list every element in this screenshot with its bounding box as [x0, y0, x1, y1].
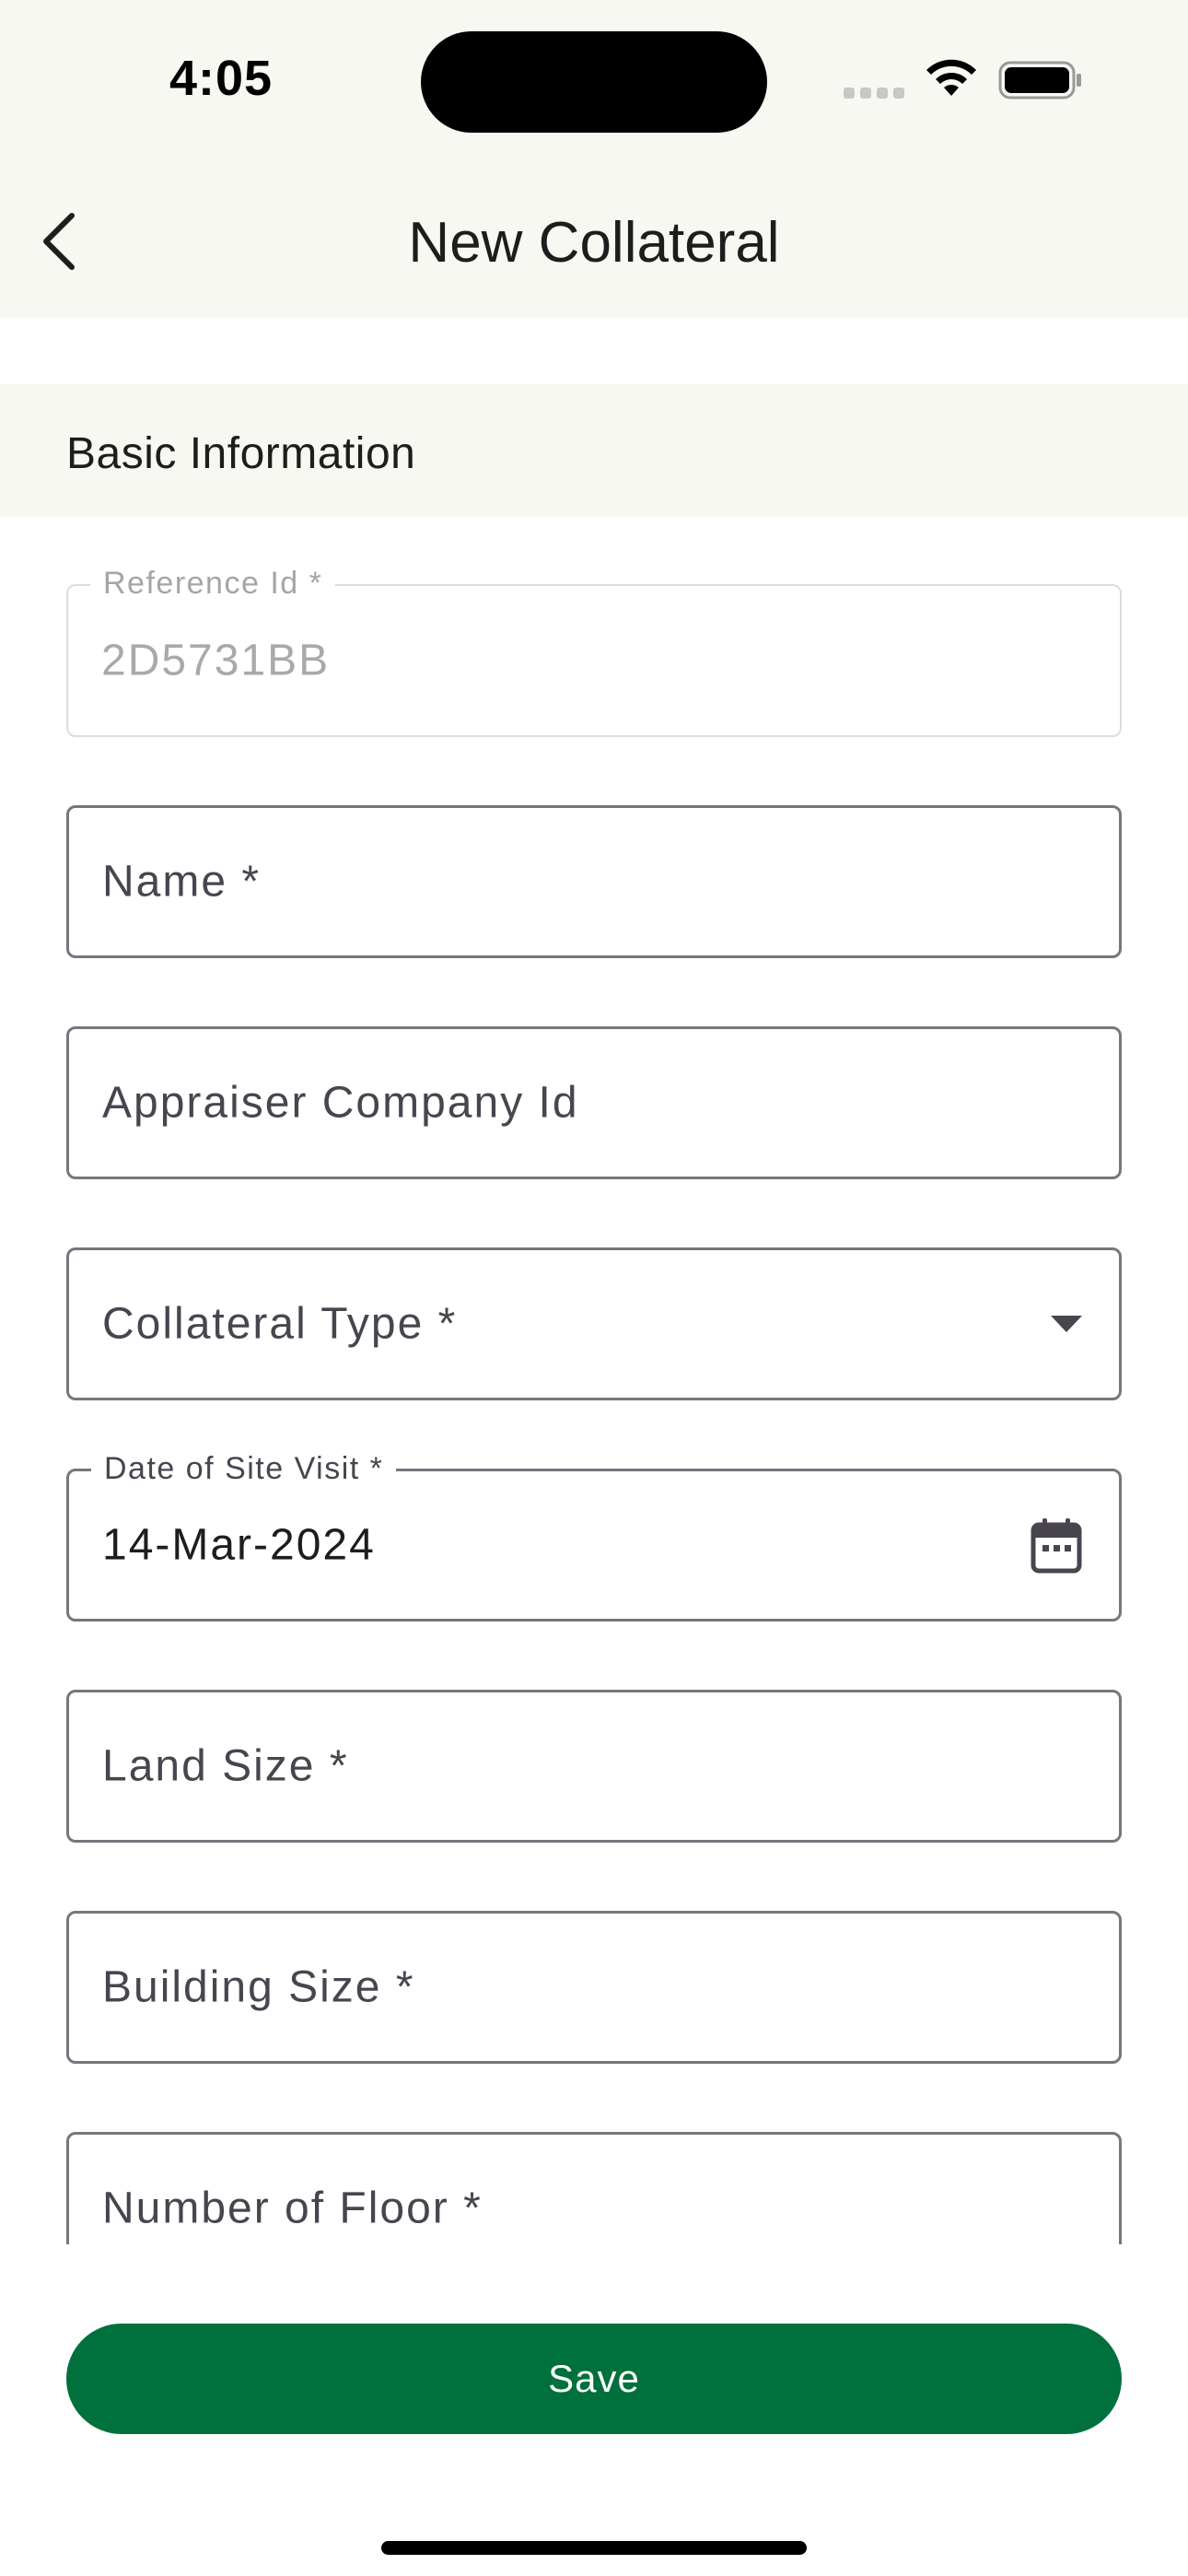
page-title: New Collateral [408, 211, 780, 275]
collateral-type-label: Collateral Type * [102, 1299, 458, 1349]
form-scroll-area[interactable]: Reference Id * 2D5731BB Name * Appraiser… [0, 517, 1188, 2244]
home-indicator[interactable] [381, 2541, 807, 2555]
number-of-floor-label: Number of Floor * [102, 2184, 483, 2233]
cellular-signal-icon [844, 88, 904, 99]
date-of-site-visit-field[interactable]: Date of Site Visit * 14-Mar-2024 [66, 1451, 1122, 1622]
land-size-field[interactable]: Land Size * [66, 1690, 1122, 1843]
calendar-icon[interactable] [1031, 1516, 1082, 1574]
appraiser-company-id-label: Appraiser Company Id [102, 1078, 579, 1128]
save-button[interactable]: Save [66, 2324, 1122, 2434]
dynamic-island [421, 31, 767, 133]
wifi-icon [926, 59, 976, 96]
section-header: Basic Information [0, 384, 1188, 517]
name-label: Name * [102, 857, 262, 907]
date-of-site-visit-value: 14-Mar-2024 [102, 1520, 376, 1570]
building-size-label: Building Size * [102, 1962, 415, 2012]
number-of-floor-field[interactable]: Number of Floor * [66, 2132, 1122, 2244]
reference-id-field: Reference Id * 2D5731BB [66, 566, 1122, 737]
app-header: 4:05 New Collateral [0, 0, 1188, 318]
land-size-label: Land Size * [102, 1741, 349, 1791]
dropdown-caret-icon [1051, 1316, 1082, 1332]
collateral-type-select[interactable]: Collateral Type * [66, 1247, 1122, 1400]
status-time: 4:05 [169, 51, 274, 106]
name-field[interactable]: Name * [66, 805, 1122, 958]
date-of-site-visit-label: Date of Site Visit * [91, 1451, 397, 1487]
reference-id-label: Reference Id * [90, 566, 336, 602]
battery-icon [998, 61, 1081, 100]
section-title: Basic Information [66, 429, 416, 478]
reference-id-value: 2D5731BB [101, 636, 331, 685]
building-size-field[interactable]: Building Size * [66, 1911, 1122, 2064]
appraiser-company-id-field[interactable]: Appraiser Company Id [66, 1026, 1122, 1179]
